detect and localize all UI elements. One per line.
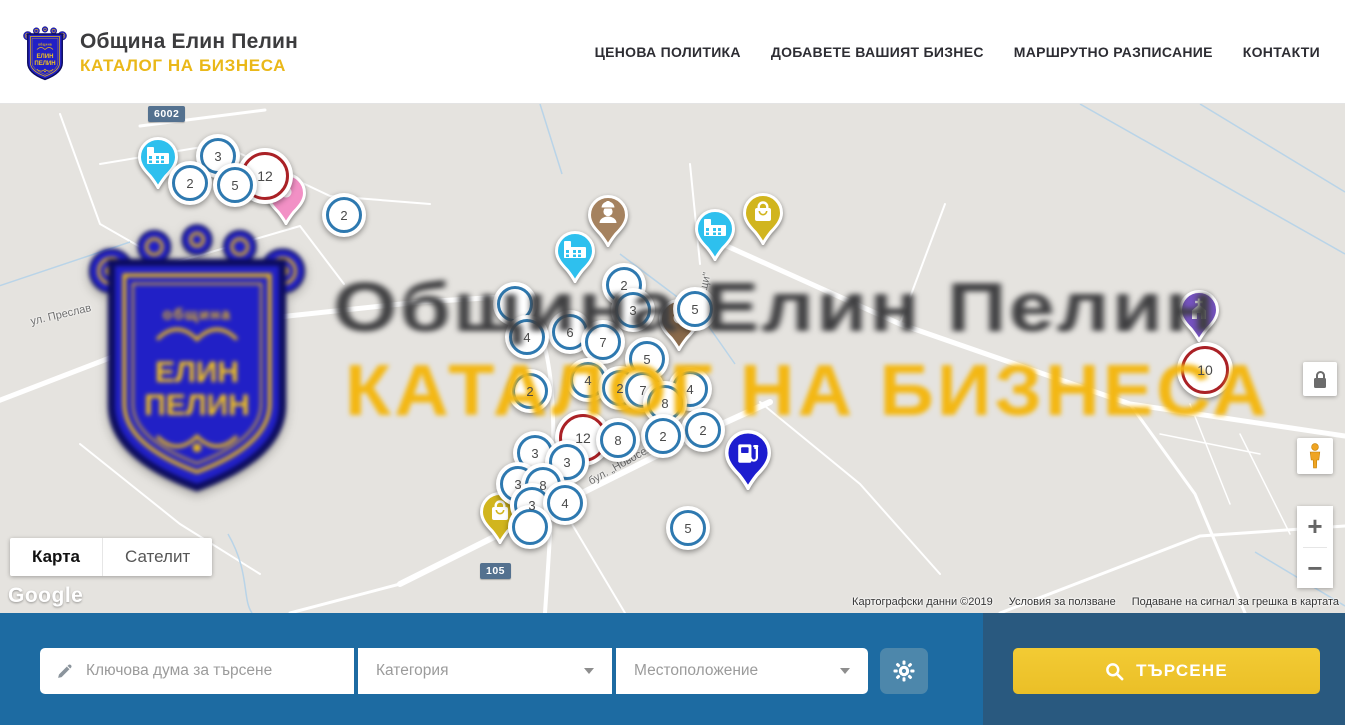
cluster-count: 4	[561, 496, 568, 511]
bag-pin-marker[interactable]	[743, 193, 783, 245]
factory-pin-marker[interactable]	[555, 231, 595, 283]
cluster-marker[interactable]: 5	[673, 287, 717, 331]
factory-pin-marker[interactable]	[695, 209, 735, 261]
cluster-count: 10	[1197, 362, 1213, 378]
nav-route-schedule[interactable]: МАРШРУТНО РАЗПИСАНИЕ	[1014, 44, 1213, 60]
gear-icon	[892, 659, 916, 683]
church-icon	[1179, 290, 1219, 342]
category-placeholder: Категория	[376, 662, 448, 680]
category-select[interactable]: Категория	[358, 648, 612, 694]
cluster-count: 2	[620, 278, 627, 293]
cluster-count: 5	[643, 352, 650, 367]
cluster-count: 3	[629, 303, 636, 318]
attribution-copyright: Картографски данни ©2019	[852, 596, 993, 608]
cluster-count: 7	[599, 335, 606, 350]
cluster-count: 8	[661, 396, 668, 411]
search-icon	[1105, 662, 1124, 681]
nav-pricing-policy[interactable]: ЦЕНОВА ПОЛИТИКА	[595, 44, 741, 60]
zoom-in-button[interactable]: +	[1297, 506, 1333, 547]
cluster-count: 3	[531, 446, 538, 461]
cluster-marker[interactable]: 10	[1177, 342, 1233, 398]
cluster-count: 5	[684, 521, 691, 536]
cluster-count: 6	[566, 325, 573, 340]
cluster-marker[interactable]: 4	[505, 315, 549, 359]
cluster-count: 2	[659, 429, 666, 444]
site-subtitle: КАТАЛОГ НА БИЗНЕСА	[80, 56, 298, 76]
cluster-count: 4	[686, 382, 693, 397]
cluster-marker[interactable]: 5	[213, 163, 257, 207]
google-logo: Google	[8, 584, 83, 608]
factory-icon	[695, 209, 735, 261]
location-placeholder: Местоположение	[634, 662, 758, 680]
church-pin-marker[interactable]	[1179, 290, 1219, 342]
fuel-icon	[725, 430, 771, 490]
cluster-marker[interactable]: 2	[681, 408, 725, 452]
map-lock-button[interactable]	[1303, 362, 1337, 396]
cluster-count: 5	[231, 178, 238, 193]
road-badge: 105	[480, 563, 511, 579]
cluster-marker[interactable]: 8	[596, 418, 640, 462]
chevron-down-icon	[840, 668, 850, 674]
map-attribution: Картографски данни ©2019 Условия за полз…	[852, 596, 1339, 608]
cluster-count: 2	[616, 381, 623, 396]
cluster-marker[interactable]: 2	[322, 193, 366, 237]
location-select[interactable]: Местоположение	[616, 648, 868, 694]
cluster-marker[interactable]: 2	[508, 369, 552, 413]
map-canvas[interactable]: ул. Преславбул. „Новоселщи" 6002105	[0, 104, 1345, 613]
cluster-count: 5	[691, 302, 698, 317]
cluster-count: 4	[523, 330, 530, 345]
attribution-terms-link[interactable]: Условия за ползване	[1009, 596, 1116, 608]
nav-contacts[interactable]: КОНТАКТИ	[1243, 44, 1320, 60]
pegman-icon	[1307, 443, 1323, 469]
map-type-control: Карта Сателит	[10, 538, 212, 576]
cluster-count: 3	[563, 455, 570, 470]
attribution-report-error-link[interactable]: Подаване на сигнал за грешка в картата	[1132, 596, 1339, 608]
chevron-down-icon	[584, 668, 594, 674]
cluster-count: 4	[584, 373, 591, 388]
zoom-out-button[interactable]: −	[1297, 548, 1333, 589]
main-nav: ЦЕНОВА ПОЛИТИКА ДОБАВЕТЕ ВАШИЯТ БИЗНЕС М…	[595, 0, 1320, 103]
header: Община Елин Пелин КАТАЛОГ НА БИЗНЕСА ЦЕН…	[0, 0, 1345, 104]
cluster-count: 12	[257, 168, 273, 184]
road-badge: 6002	[148, 106, 185, 122]
lock-icon	[1314, 378, 1326, 388]
cluster-count: 8	[614, 433, 621, 448]
cluster-marker[interactable]: 5	[666, 506, 710, 550]
map-type-satellite-button[interactable]: Сателит	[102, 538, 212, 576]
site-title: Община Елин Пелин	[80, 30, 298, 54]
search-button-label: ТЪРСЕНЕ	[1136, 661, 1228, 681]
fuel-pin-marker[interactable]	[725, 430, 771, 490]
cluster-marker[interactable]: 2	[168, 161, 212, 205]
municipality-crest-logo	[22, 24, 68, 82]
keyword-field[interactable]	[40, 648, 354, 694]
cluster-marker[interactable]: 2	[641, 414, 685, 458]
cluster-count: 2	[699, 423, 706, 438]
cluster-count: 3	[214, 149, 221, 164]
cluster-count: 2	[340, 208, 347, 223]
page: Община Елин Пелин КАТАЛОГ НА БИЗНЕСА ЦЕН…	[0, 0, 1345, 725]
factory-icon	[555, 231, 595, 283]
zoom-control: + −	[1297, 506, 1333, 588]
search-bar: Категория Местоположение	[0, 613, 1345, 725]
map-type-map-button[interactable]: Карта	[10, 538, 102, 576]
pegman-button[interactable]	[1297, 438, 1333, 474]
cluster-count: 2	[186, 176, 193, 191]
cluster-count: 12	[575, 430, 591, 446]
brand[interactable]: Община Елин Пелин КАТАЛОГ НА БИЗНЕСА	[22, 24, 298, 82]
cluster-count: 3	[528, 498, 535, 513]
bag-icon	[743, 193, 783, 245]
keyword-input[interactable]	[84, 661, 354, 681]
search-button[interactable]: ТЪРСЕНЕ	[1013, 648, 1320, 694]
advanced-settings-button[interactable]	[880, 648, 928, 694]
cluster-count: 3	[514, 477, 521, 492]
nav-add-your-business[interactable]: ДОБАВЕТЕ ВАШИЯТ БИЗНЕС	[771, 44, 984, 60]
pencil-icon	[56, 662, 73, 681]
cluster-count: 7	[639, 383, 646, 398]
cluster-count: 2	[526, 384, 533, 399]
cluster-count: 8	[539, 478, 546, 493]
